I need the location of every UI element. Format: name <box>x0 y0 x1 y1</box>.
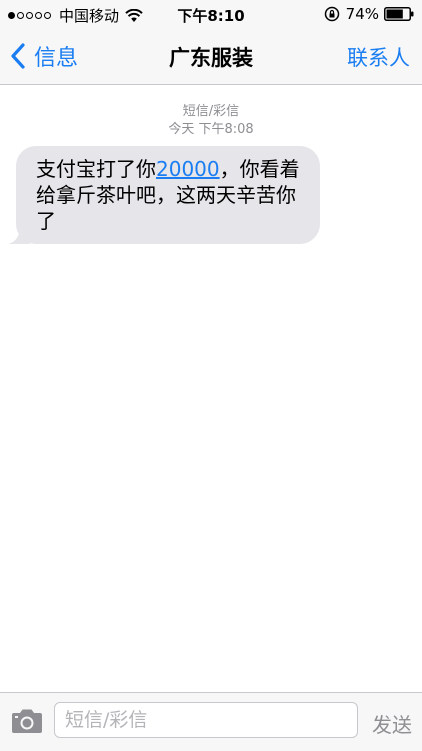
nav-bar: 信息 广东服装 联系人 <box>0 28 422 85</box>
message-text-before: 支付宝打了你 <box>36 157 156 181</box>
battery-icon <box>384 7 414 21</box>
camera-icon[interactable] <box>10 708 44 734</box>
input-bar: 发送 <box>0 692 422 751</box>
status-bar: 中国移动 下午8:10 74% <box>0 0 422 28</box>
send-button[interactable]: 发送 <box>372 709 412 738</box>
status-right: 74% <box>324 5 414 23</box>
incoming-message-bubble[interactable]: 支付宝打了你20000，你看着给拿斤茶叶吧，这两天辛苦你了 <box>16 146 320 244</box>
battery-percent: 74% <box>345 5 379 23</box>
message-bubble-wrapper: 支付宝打了你20000，你看着给拿斤茶叶吧，这两天辛苦你了 <box>8 146 320 244</box>
message-number-link[interactable]: 20000 <box>156 157 220 181</box>
contacts-button[interactable]: 联系人 <box>347 42 410 72</box>
message-type-label: 短信/彩信 <box>182 104 240 119</box>
message-timestamp: 今天 下午8:08 <box>168 122 254 137</box>
message-input[interactable] <box>54 702 358 738</box>
rotation-lock-icon <box>324 6 339 22</box>
